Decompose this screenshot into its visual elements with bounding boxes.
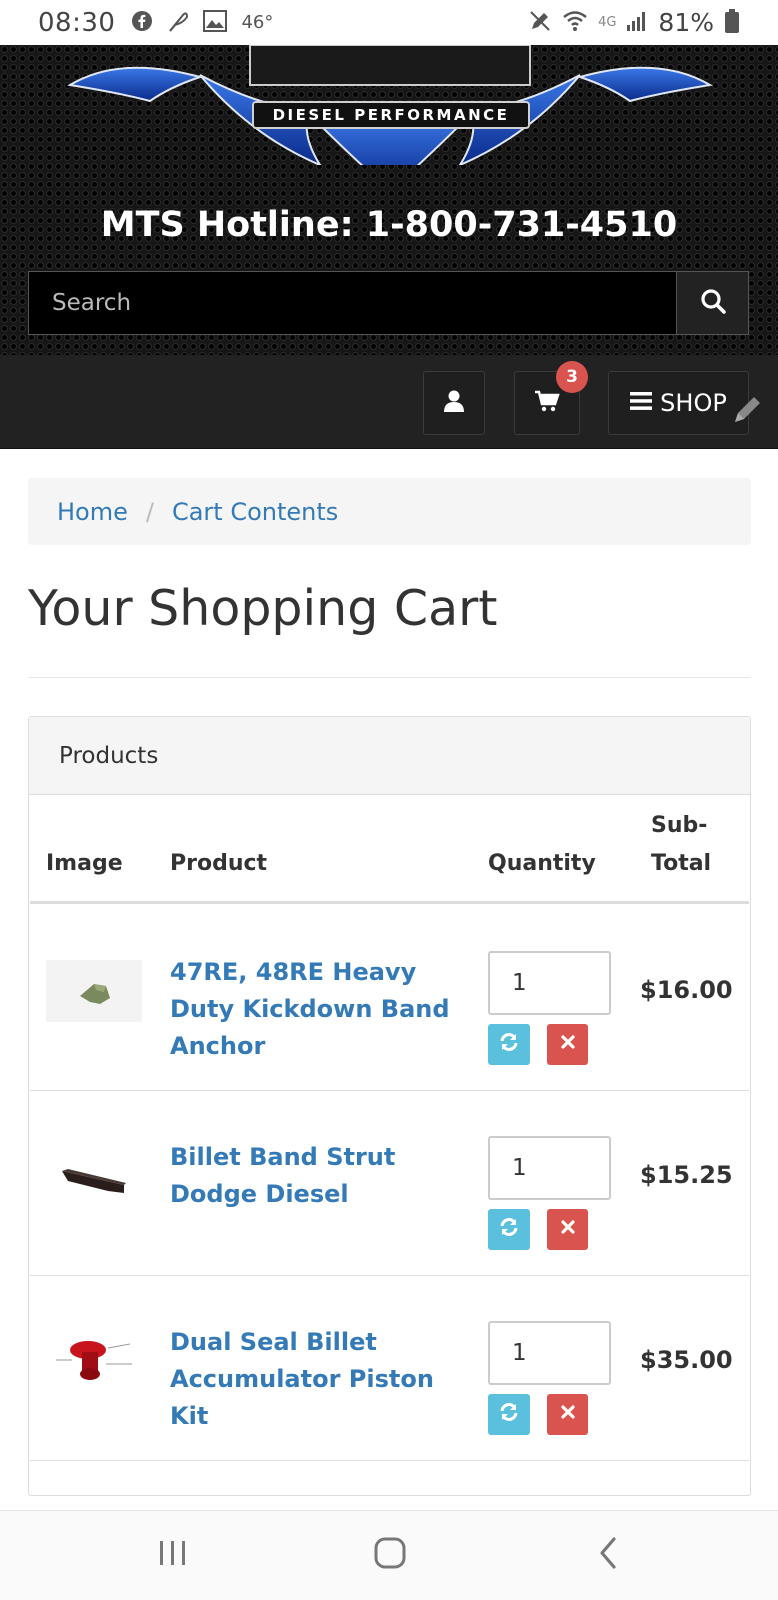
column-header-subtotal-line1: Sub- bbox=[651, 813, 708, 838]
remove-item-button[interactable] bbox=[547, 1209, 588, 1250]
pen-icon bbox=[528, 9, 552, 37]
shop-menu-button[interactable]: SHOP bbox=[608, 371, 749, 435]
breadcrumb-separator: / bbox=[145, 497, 154, 526]
close-icon bbox=[560, 1219, 576, 1240]
refresh-icon bbox=[498, 1216, 520, 1243]
search-input[interactable] bbox=[29, 272, 676, 334]
product-link[interactable]: Billet Band Strut Dodge Diesel bbox=[170, 1139, 460, 1213]
product-link[interactable]: Dual Seal Billet Accumulator Piston Kit bbox=[170, 1324, 460, 1435]
line-subtotal: $16.00 bbox=[640, 976, 733, 1004]
divider bbox=[28, 677, 751, 678]
system-navigation-bar bbox=[0, 1510, 778, 1600]
line-subtotal: $15.25 bbox=[640, 1161, 733, 1189]
product-image[interactable] bbox=[46, 1145, 142, 1207]
network-type: 4G bbox=[598, 15, 617, 30]
table-row: Billet Band Strut Dodge Diesel $15.25 bbox=[30, 1092, 749, 1276]
search-icon bbox=[700, 288, 726, 319]
refresh-icon bbox=[498, 1401, 520, 1428]
wifi-icon bbox=[562, 8, 588, 38]
breadcrumb: Home / Cart Contents bbox=[28, 478, 751, 545]
column-header-subtotal-line2: Total bbox=[651, 851, 712, 876]
line-subtotal: $35.00 bbox=[640, 1346, 733, 1374]
quantity-input[interactable] bbox=[488, 1136, 611, 1200]
shop-label: SHOP bbox=[660, 389, 727, 417]
status-temperature: 46° bbox=[241, 12, 274, 33]
refresh-icon bbox=[498, 1031, 520, 1058]
update-quantity-button[interactable] bbox=[488, 1024, 530, 1065]
hamburger-icon bbox=[630, 389, 653, 417]
site-header: DIESEL PERFORMANCE MTS Hotline: 1-800-73… bbox=[0, 45, 778, 355]
search-bar bbox=[28, 271, 749, 335]
page-title: Your Shopping Cart bbox=[28, 580, 498, 637]
feather-icon bbox=[167, 9, 189, 37]
column-header-product: Product bbox=[170, 851, 268, 876]
status-bar: 08:30 46° 4G 81% bbox=[0, 0, 778, 45]
cart-panel: Products Image Product Quantity Sub- Tot… bbox=[28, 716, 751, 1496]
product-image[interactable] bbox=[46, 960, 142, 1022]
update-quantity-button[interactable] bbox=[488, 1209, 530, 1250]
hotline-text[interactable]: MTS Hotline: 1-800-731-4510 bbox=[0, 205, 778, 245]
breadcrumb-cart-contents[interactable]: Cart Contents bbox=[172, 498, 338, 526]
search-button[interactable] bbox=[676, 272, 748, 334]
home-icon[interactable] bbox=[372, 1535, 408, 1576]
table-row: Dual Seal Billet Accumulator Piston Kit … bbox=[30, 1277, 749, 1461]
product-link[interactable]: 47RE, 48RE Heavy Duty Kickdown Band Anch… bbox=[170, 954, 460, 1065]
user-icon bbox=[443, 389, 465, 418]
column-header-image: Image bbox=[46, 851, 123, 876]
update-quantity-button[interactable] bbox=[488, 1394, 530, 1435]
table-header: Image Product Quantity Sub- Total bbox=[30, 796, 749, 904]
facebook-icon bbox=[131, 10, 153, 36]
logo-tagline: DIESEL PERFORMANCE bbox=[252, 101, 530, 129]
close-icon bbox=[560, 1404, 576, 1425]
nav-bar: 3 SHOP bbox=[0, 355, 778, 449]
column-header-subtotal: Sub- Total bbox=[651, 807, 711, 883]
panel-heading: Products bbox=[29, 717, 750, 795]
column-header-quantity: Quantity bbox=[488, 851, 596, 876]
recent-apps-icon[interactable] bbox=[155, 1535, 191, 1576]
battery-level: 81% bbox=[658, 8, 714, 37]
status-time: 08:30 bbox=[38, 7, 116, 38]
quantity-input[interactable] bbox=[488, 951, 611, 1015]
cart-icon bbox=[534, 389, 560, 418]
remove-item-button[interactable] bbox=[547, 1024, 588, 1065]
table-row: 47RE, 48RE Heavy Duty Kickdown Band Anch… bbox=[30, 907, 749, 1091]
signal-icon bbox=[626, 10, 648, 36]
gallery-icon bbox=[203, 9, 228, 36]
breadcrumb-home[interactable]: Home bbox=[57, 498, 128, 526]
quantity-input[interactable] bbox=[488, 1321, 611, 1385]
cart-count-badge: 3 bbox=[556, 361, 588, 393]
remove-item-button[interactable] bbox=[547, 1394, 588, 1435]
pencil-icon[interactable] bbox=[730, 393, 764, 432]
account-button[interactable] bbox=[423, 371, 485, 435]
close-icon bbox=[560, 1034, 576, 1055]
battery-icon bbox=[724, 8, 740, 38]
product-image[interactable] bbox=[46, 1330, 142, 1392]
back-icon[interactable] bbox=[592, 1535, 628, 1576]
